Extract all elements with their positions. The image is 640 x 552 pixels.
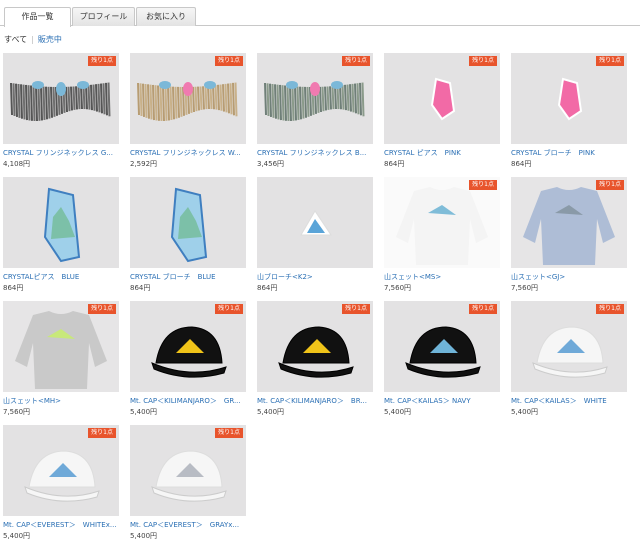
product-title[interactable]: Mt. CAP＜KAILAS＞ WHITE [511, 396, 627, 406]
stock-badge: 残り1点 [596, 180, 624, 190]
product-title[interactable]: Mt. CAP＜EVEREST＞ GRAYx... [130, 520, 246, 530]
product-thumbnail[interactable]: 残り1点 [384, 177, 500, 268]
product-price: 864円 [130, 284, 151, 292]
stock-badge: 残り1点 [596, 304, 624, 314]
stock-badge: 残り1点 [342, 304, 370, 314]
product-title[interactable]: 山ブローチ<K2> [257, 272, 373, 282]
product-thumbnail[interactable] [257, 177, 373, 268]
product-price: 5,400円 [130, 408, 158, 416]
product-title[interactable]: CRYSTAL フリンジネックレス G... [3, 148, 119, 158]
product-price: 7,560円 [3, 408, 31, 416]
stock-badge: 残り1点 [469, 180, 497, 190]
cap-black-yellow-icon [151, 326, 227, 378]
crystal-pierce-blue-icon [43, 187, 81, 263]
sweat-white-icon [384, 177, 500, 268]
product-title[interactable]: CRYSTAL フリンジネックレス W... [130, 148, 246, 158]
product-thumbnail[interactable]: 残り1点 [511, 301, 627, 392]
product-thumbnail[interactable]: 残り1点 [384, 301, 500, 392]
product-price: 5,400円 [384, 408, 412, 416]
product-title[interactable]: CRYSTAL フリンジネックレス B... [257, 148, 373, 158]
filter-bar: すべて | 販売中 [4, 34, 62, 45]
product-price: 2,592円 [130, 160, 158, 168]
product-title[interactable]: Mt. CAP＜KILIMANJARO＞ GR... [130, 396, 246, 406]
product-title[interactable]: CRYSTALピアス BLUE [3, 272, 119, 282]
stock-badge: 残り1点 [88, 304, 116, 314]
product-title[interactable]: 山スェット<MH> [3, 396, 119, 406]
product-price: 864円 [3, 284, 24, 292]
stock-badge: 残り1点 [88, 56, 116, 66]
cap-navy-icon [405, 326, 481, 378]
stock-badge: 残り1点 [215, 304, 243, 314]
product-thumbnail[interactable]: 残り1点 [384, 53, 500, 144]
crystal-brooch-pink-icon [557, 77, 583, 121]
tab-works[interactable]: 作品一覧 [4, 7, 71, 27]
sweat-gray-icon [3, 301, 119, 392]
product-title[interactable]: Mt. CAP＜KILIMANJARO＞ BR... [257, 396, 373, 406]
tab-profile[interactable]: プロフィール [72, 7, 135, 26]
product-thumbnail[interactable]: 残り1点 [257, 301, 373, 392]
product-thumbnail[interactable]: 残り1点 [130, 425, 246, 516]
cap-white-gray-icon [151, 450, 227, 502]
product-title[interactable]: Mt. CAP＜KAILAS＞ NAVY [384, 396, 500, 406]
product-title[interactable]: CRYSTAL ブローチ BLUE [130, 272, 246, 282]
stock-badge: 残り1点 [596, 56, 624, 66]
fringe-necklace-white-icon [137, 81, 238, 122]
filter-separator: | [31, 35, 34, 44]
product-title[interactable]: CRYSTAL ピアス PINK [384, 148, 500, 158]
product-title[interactable]: Mt. CAP＜EVEREST＞ WHITEx... [3, 520, 119, 530]
stock-badge: 残り1点 [469, 304, 497, 314]
stock-badge: 残り1点 [215, 56, 243, 66]
product-price: 864円 [257, 284, 278, 292]
product-price: 7,560円 [511, 284, 539, 292]
product-title[interactable]: CRYSTAL ブローチ PINK [511, 148, 627, 158]
product-thumbnail[interactable]: 残り1点 [130, 301, 246, 392]
product-thumbnail[interactable]: 残り1点 [3, 301, 119, 392]
product-thumbnail[interactable]: 残り1点 [130, 53, 246, 144]
product-thumbnail[interactable]: 残り1点 [257, 53, 373, 144]
crystal-brooch-blue-icon [170, 187, 208, 263]
crystal-pierce-pink-icon [430, 77, 456, 121]
sweat-blue-icon [511, 177, 627, 268]
tab-favorites[interactable]: お気に入り [136, 7, 196, 26]
product-price: 864円 [384, 160, 405, 168]
cap-black-yellow-2-icon [278, 326, 354, 378]
product-thumbnail[interactable]: 残り1点 [511, 53, 627, 144]
product-thumbnail[interactable]: 残り1点 [3, 53, 119, 144]
product-price: 5,400円 [130, 532, 158, 540]
product-title[interactable]: 山スェット<MS> [384, 272, 500, 282]
product-thumbnail[interactable]: 残り1点 [511, 177, 627, 268]
cap-white-blue-icon [24, 450, 100, 502]
product-price: 4,108円 [3, 160, 31, 168]
mountain-brooch-icon [300, 210, 332, 236]
stock-badge: 残り1点 [469, 56, 497, 66]
product-thumbnail[interactable] [130, 177, 246, 268]
stock-badge: 残り1点 [88, 428, 116, 438]
product-price: 864円 [511, 160, 532, 168]
product-thumbnail[interactable] [3, 177, 119, 268]
stock-badge: 残り1点 [342, 56, 370, 66]
product-thumbnail[interactable]: 残り1点 [3, 425, 119, 516]
fringe-necklace-gray-icon [10, 81, 111, 122]
cap-white-icon [532, 326, 608, 378]
product-title[interactable]: 山スェット<GJ> [511, 272, 627, 282]
product-price: 5,400円 [257, 408, 285, 416]
product-price: 3,456円 [257, 160, 285, 168]
filter-on-sale[interactable]: 販売中 [38, 35, 62, 44]
product-price: 7,560円 [384, 284, 412, 292]
filter-all[interactable]: すべて [4, 35, 27, 44]
stock-badge: 残り1点 [215, 428, 243, 438]
product-price: 5,400円 [511, 408, 539, 416]
tab-bar: 作品一覧 プロフィール お気に入り [0, 7, 640, 27]
product-price: 5,400円 [3, 532, 31, 540]
fringe-necklace-blue-icon [264, 81, 365, 122]
